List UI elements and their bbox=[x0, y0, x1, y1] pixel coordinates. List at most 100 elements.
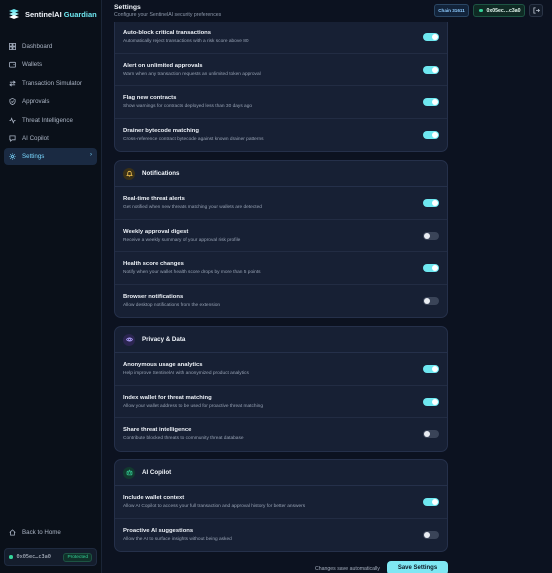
card-header: Privacy & Data bbox=[115, 327, 447, 353]
status-badge: Protected bbox=[63, 552, 92, 562]
threat-alerts-toggle[interactable] bbox=[423, 199, 439, 207]
unlimited-approvals-toggle[interactable] bbox=[423, 65, 439, 74]
sidebar-item-threat-intelligence[interactable]: Threat Intelligence bbox=[4, 112, 97, 129]
toggle-knob bbox=[432, 499, 438, 505]
logo-icon bbox=[9, 8, 19, 19]
sidebar-item-ai-copilot[interactable]: AI Copilot bbox=[4, 130, 97, 147]
toggle-knob bbox=[432, 366, 438, 372]
setting-title: Flag new contracts bbox=[123, 95, 177, 101]
sidebar-item-dashboard[interactable]: Dashboard bbox=[4, 38, 97, 55]
status-dot-icon bbox=[479, 8, 483, 13]
setting-description: Notify when your wallet health score dro… bbox=[123, 270, 261, 275]
sidebar: SentinelAI Guardian Dashboard Wallets Tr… bbox=[0, 0, 102, 573]
sidebar-nav: Dashboard Wallets Transaction Simulator … bbox=[4, 38, 97, 167]
setting-title: Drainer bytecode matching bbox=[123, 127, 199, 134]
back-to-home-link[interactable]: Back to Home bbox=[4, 525, 97, 539]
setting-row: Anonymous usage analytics Help improve S… bbox=[115, 353, 447, 386]
auto-block-toggle[interactable] bbox=[423, 33, 439, 41]
arrows-icon bbox=[9, 80, 16, 87]
setting-title: Share threat intelligence bbox=[123, 427, 192, 433]
health-score-toggle[interactable] bbox=[423, 264, 439, 272]
sidebar-item-transaction-simulator[interactable]: Transaction Simulator bbox=[4, 75, 97, 92]
brand[interactable]: SentinelAI Guardian bbox=[8, 7, 97, 21]
gear-icon bbox=[9, 153, 16, 160]
setting-title: Weekly approval digest bbox=[123, 228, 189, 235]
back-to-home-label: Back to Home bbox=[22, 528, 61, 536]
save-settings-button[interactable]: Save Settings bbox=[387, 561, 448, 573]
card-header: Notifications bbox=[115, 161, 447, 187]
sidebar-item-label: Wallets bbox=[22, 61, 43, 69]
setting-description: Contribute blocked threats to community … bbox=[123, 436, 244, 441]
card-title: Notifications bbox=[142, 170, 180, 177]
usage-analytics-toggle[interactable] bbox=[423, 365, 439, 373]
drainer-matching-toggle[interactable] bbox=[423, 130, 439, 139]
toggle-knob bbox=[424, 531, 430, 538]
setting-row: Alert on unlimited approvals Warn when a… bbox=[115, 54, 447, 86]
toggle-knob bbox=[432, 34, 438, 40]
toggle-knob bbox=[424, 232, 430, 239]
setting-row: Proactive AI suggestions Allow the AI to… bbox=[115, 519, 447, 552]
sidebar-item-label: Settings bbox=[22, 153, 45, 161]
toggle-knob bbox=[424, 431, 430, 437]
setting-description: Get notified when new threats matching y… bbox=[123, 205, 262, 210]
setting-title: Alert on unlimited approvals bbox=[123, 62, 203, 69]
page-subtitle: Configure your SentinelAI security prefe… bbox=[114, 12, 222, 18]
card-header: AI Copilot bbox=[115, 460, 447, 486]
setting-description: Allow desktop notifications from the ext… bbox=[123, 302, 221, 308]
wallet-address-badge[interactable]: 0x05ec…c3a0 bbox=[473, 4, 525, 17]
wallet-context-toggle[interactable] bbox=[423, 498, 439, 506]
toggle-knob bbox=[432, 398, 438, 405]
setting-row: Weekly approval digest Receive a weekly … bbox=[115, 220, 447, 252]
sidebar-item-label: AI Copilot bbox=[22, 134, 49, 142]
setting-description: Show warnings for contracts deployed les… bbox=[123, 104, 253, 109]
setting-title: Real-time threat alerts bbox=[123, 196, 185, 202]
toggle-knob bbox=[432, 131, 438, 138]
header-wallet-address: 0x05ec…c3a0 bbox=[486, 7, 521, 14]
toggle-knob bbox=[432, 200, 438, 206]
pulse-icon bbox=[9, 116, 16, 124]
chat-icon bbox=[9, 135, 16, 142]
sidebar-item-label: Threat Intelligence bbox=[22, 116, 73, 124]
page-title: Settings bbox=[114, 4, 141, 11]
sidebar-item-approvals[interactable]: Approvals bbox=[4, 93, 97, 110]
chain-badge[interactable]: Chain 31611 bbox=[434, 4, 469, 17]
setting-description: Allow the AI to surface insights without… bbox=[123, 536, 232, 542]
share-intelligence-toggle[interactable] bbox=[423, 430, 439, 438]
sidebar-wallet-chip[interactable]: 0x05ec…c3a0 Protected bbox=[4, 548, 97, 566]
privacy-card: Privacy & Data Anonymous usage analytics… bbox=[114, 326, 448, 452]
weekly-digest-toggle[interactable] bbox=[423, 231, 439, 240]
ai-copilot-card: AI Copilot Include wallet context Allow … bbox=[114, 459, 448, 552]
card-title: Privacy & Data bbox=[142, 336, 186, 343]
sidebar-item-label: Approvals bbox=[22, 98, 50, 106]
setting-row: Auto-block critical transactions Automat… bbox=[115, 21, 447, 54]
notifications-card: Notifications Real-time threat alerts Ge… bbox=[114, 160, 448, 318]
wallet-address: 0x05ec…c3a0 bbox=[16, 554, 51, 560]
sidebar-item-label: Dashboard bbox=[22, 43, 53, 50]
index-wallet-toggle[interactable] bbox=[423, 397, 439, 406]
setting-row: Include wallet context Allow AI Copilot … bbox=[115, 486, 447, 519]
bell-icon bbox=[123, 167, 135, 180]
security-card: Auto-block critical transactions Automat… bbox=[114, 21, 448, 152]
sidebar-item-settings[interactable]: Settings › bbox=[4, 148, 97, 166]
proactive-suggestions-toggle[interactable] bbox=[423, 530, 439, 539]
toggle-knob bbox=[432, 99, 438, 105]
home-icon bbox=[9, 528, 16, 536]
setting-description: Receive a weekly summary of your approva… bbox=[123, 237, 241, 243]
flag-new-contracts-toggle[interactable] bbox=[423, 98, 439, 106]
setting-title: Anonymous usage analytics bbox=[123, 362, 203, 368]
wallet-icon bbox=[9, 62, 16, 68]
setting-title: Include wallet context bbox=[123, 495, 185, 501]
setting-row: Drainer bytecode matching Cross-referenc… bbox=[115, 119, 447, 152]
setting-title: Auto-block critical transactions bbox=[123, 30, 212, 36]
logout-button[interactable] bbox=[529, 4, 543, 17]
toggle-knob bbox=[432, 265, 438, 271]
browser-notifications-toggle[interactable] bbox=[423, 296, 439, 305]
setting-description: Automatically reject transactions with a… bbox=[123, 39, 249, 44]
top-header: Settings Configure your SentinelAI secur… bbox=[102, 0, 552, 22]
status-dot-icon bbox=[9, 555, 13, 559]
setting-description: Warn when any transaction requests an un… bbox=[123, 71, 261, 77]
setting-title: Proactive AI suggestions bbox=[123, 527, 194, 534]
autosave-note: Changes save automatically bbox=[315, 566, 380, 572]
sidebar-item-wallets[interactable]: Wallets bbox=[4, 56, 97, 73]
setting-description: Cross-reference contract bytecode agains… bbox=[123, 136, 264, 142]
